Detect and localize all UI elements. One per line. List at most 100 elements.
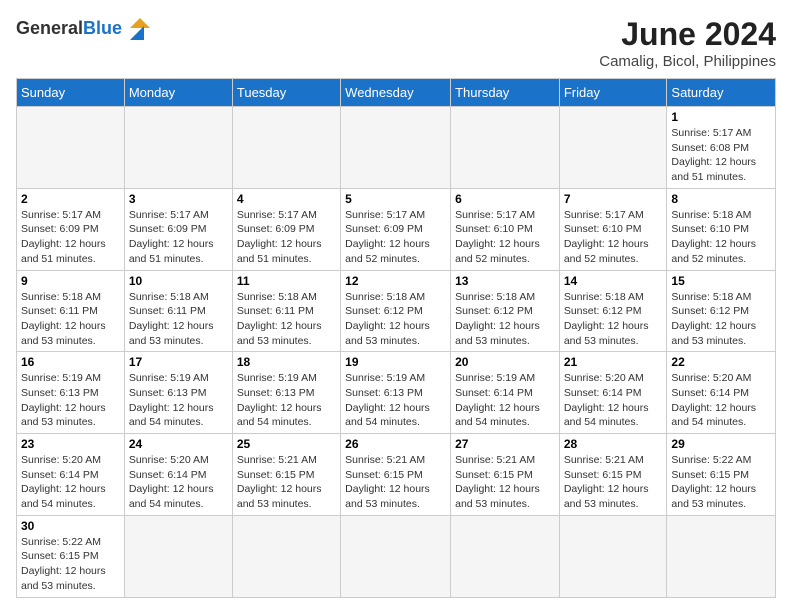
day-number: 7 <box>564 192 663 206</box>
day-number: 14 <box>564 274 663 288</box>
calendar-cell: 19 Sunrise: 5:19 AMSunset: 6:13 PMDayligh… <box>341 352 451 434</box>
day-number: 5 <box>345 192 446 206</box>
calendar-cell: 26 Sunrise: 5:21 AMSunset: 6:15 PMDayligh… <box>341 434 451 516</box>
calendar-cell <box>341 515 451 597</box>
calendar-cell <box>124 107 232 189</box>
day-number: 21 <box>564 355 663 369</box>
day-number: 20 <box>455 355 555 369</box>
calendar-cell: 24 Sunrise: 5:20 AMSunset: 6:14 PMDayligh… <box>124 434 232 516</box>
calendar-cell: 4 Sunrise: 5:17 AMSunset: 6:09 PMDaylight… <box>232 188 340 270</box>
day-info: Sunrise: 5:20 AMSunset: 6:14 PMDaylight:… <box>671 371 771 430</box>
calendar-cell <box>451 515 560 597</box>
calendar-cell: 28 Sunrise: 5:21 AMSunset: 6:15 PMDayligh… <box>559 434 667 516</box>
day-number: 19 <box>345 355 446 369</box>
calendar-cell: 27Sunrise: 5:21 AMSunset: 6:15 PMDayligh… <box>451 434 560 516</box>
day-info: Sunrise: 5:18 AMSunset: 6:10 PMDaylight:… <box>671 208 771 267</box>
calendar-cell: 23 Sunrise: 5:20 AMSunset: 6:14 PMDayligh… <box>17 434 125 516</box>
day-header-sunday: Sunday <box>17 79 125 107</box>
day-info: Sunrise: 5:22 AMSunset: 6:15 PMDaylight:… <box>21 535 120 594</box>
day-info: Sunrise: 5:22 AMSunset: 6:15 PMDaylight:… <box>671 453 771 512</box>
day-number: 29 <box>671 437 771 451</box>
day-number: 16 <box>21 355 120 369</box>
day-info: Sunrise: 5:18 AMSunset: 6:12 PMDaylight:… <box>455 290 555 349</box>
calendar-subtitle: Camalig, Bicol, Philippines <box>599 53 776 70</box>
day-info: Sunrise: 5:18 AMSunset: 6:12 PMDaylight:… <box>564 290 663 349</box>
day-info: Sunrise: 5:19 AMSunset: 6:14 PMDaylight:… <box>455 371 555 430</box>
day-header-monday: Monday <box>124 79 232 107</box>
day-number: 9 <box>21 274 120 288</box>
day-info: Sunrise: 5:17 AMSunset: 6:09 PMDaylight:… <box>345 208 446 267</box>
day-number: 13 <box>455 274 555 288</box>
week-row-2: 2 Sunrise: 5:17 AMSunset: 6:09 PMDaylight… <box>17 188 776 270</box>
day-number: 26 <box>345 437 446 451</box>
calendar-cell: 7 Sunrise: 5:17 AMSunset: 6:10 PMDaylight… <box>559 188 667 270</box>
calendar-cell: 6Sunrise: 5:17 AMSunset: 6:10 PMDaylight… <box>451 188 560 270</box>
day-info: Sunrise: 5:17 AMSunset: 6:08 PMDaylight:… <box>671 126 771 185</box>
calendar-cell: 1 Sunrise: 5:17 AMSunset: 6:08 PMDaylight… <box>667 107 776 189</box>
day-info: Sunrise: 5:18 AMSunset: 6:11 PMDaylight:… <box>237 290 336 349</box>
day-info: Sunrise: 5:19 AMSunset: 6:13 PMDaylight:… <box>237 371 336 430</box>
calendar-cell: 5 Sunrise: 5:17 AMSunset: 6:09 PMDaylight… <box>341 188 451 270</box>
calendar-cell <box>17 107 125 189</box>
calendar-cell: 12 Sunrise: 5:18 AMSunset: 6:12 PMDayligh… <box>341 270 451 352</box>
logo: GeneralBlue <box>16 16 150 40</box>
day-number: 11 <box>237 274 336 288</box>
calendar-cell: 20 Sunrise: 5:19 AMSunset: 6:14 PMDayligh… <box>451 352 560 434</box>
calendar-cell: 3Sunrise: 5:17 AMSunset: 6:09 PMDaylight… <box>124 188 232 270</box>
day-info: Sunrise: 5:18 AMSunset: 6:12 PMDaylight:… <box>345 290 446 349</box>
week-row-1: 1 Sunrise: 5:17 AMSunset: 6:08 PMDaylight… <box>17 107 776 189</box>
day-number: 2 <box>21 192 120 206</box>
calendar-cell: 11 Sunrise: 5:18 AMSunset: 6:11 PMDayligh… <box>232 270 340 352</box>
day-number: 3 <box>129 192 228 206</box>
calendar-cell <box>232 107 340 189</box>
week-row-3: 9 Sunrise: 5:18 AMSunset: 6:11 PMDaylight… <box>17 270 776 352</box>
day-number: 22 <box>671 355 771 369</box>
day-info: Sunrise: 5:20 AMSunset: 6:14 PMDaylight:… <box>129 453 228 512</box>
calendar-cell: 16 Sunrise: 5:19 AMSunset: 6:13 PMDayligh… <box>17 352 125 434</box>
calendar-cell <box>124 515 232 597</box>
day-number: 8 <box>671 192 771 206</box>
day-number: 28 <box>564 437 663 451</box>
calendar-cell: 14 Sunrise: 5:18 AMSunset: 6:12 PMDayligh… <box>559 270 667 352</box>
title-area: June 2024 Camalig, Bicol, Philippines <box>599 16 776 70</box>
calendar-cell <box>559 515 667 597</box>
day-info: Sunrise: 5:17 AMSunset: 6:10 PMDaylight:… <box>564 208 663 267</box>
day-header-wednesday: Wednesday <box>341 79 451 107</box>
day-info: Sunrise: 5:21 AMSunset: 6:15 PMDaylight:… <box>237 453 336 512</box>
day-info: Sunrise: 5:20 AMSunset: 6:14 PMDaylight:… <box>564 371 663 430</box>
day-number: 1 <box>671 110 771 124</box>
day-info: Sunrise: 5:21 AMSunset: 6:15 PMDaylight:… <box>455 453 555 512</box>
day-info: Sunrise: 5:17 AMSunset: 6:09 PMDaylight:… <box>237 208 336 267</box>
calendar-cell: 21 Sunrise: 5:20 AMSunset: 6:14 PMDayligh… <box>559 352 667 434</box>
day-info: Sunrise: 5:18 AMSunset: 6:11 PMDaylight:… <box>129 290 228 349</box>
calendar-cell: 18 Sunrise: 5:19 AMSunset: 6:13 PMDayligh… <box>232 352 340 434</box>
day-info: Sunrise: 5:21 AMSunset: 6:15 PMDaylight:… <box>345 453 446 512</box>
calendar-cell: 8 Sunrise: 5:18 AMSunset: 6:10 PMDaylight… <box>667 188 776 270</box>
day-info: Sunrise: 5:21 AMSunset: 6:15 PMDaylight:… <box>564 453 663 512</box>
day-number: 23 <box>21 437 120 451</box>
calendar-cell <box>667 515 776 597</box>
day-number: 17 <box>129 355 228 369</box>
calendar-cell: 13 Sunrise: 5:18 AMSunset: 6:12 PMDayligh… <box>451 270 560 352</box>
day-number: 18 <box>237 355 336 369</box>
day-header-saturday: Saturday <box>667 79 776 107</box>
calendar-cell: 29 Sunrise: 5:22 AMSunset: 6:15 PMDayligh… <box>667 434 776 516</box>
calendar-cell: 2Sunrise: 5:17 AMSunset: 6:09 PMDaylight… <box>17 188 125 270</box>
day-header-friday: Friday <box>559 79 667 107</box>
day-number: 24 <box>129 437 228 451</box>
day-header-thursday: Thursday <box>451 79 560 107</box>
day-info: Sunrise: 5:19 AMSunset: 6:13 PMDaylight:… <box>345 371 446 430</box>
week-row-6: 30Sunrise: 5:22 AMSunset: 6:15 PMDayligh… <box>17 515 776 597</box>
day-info: Sunrise: 5:19 AMSunset: 6:13 PMDaylight:… <box>129 371 228 430</box>
day-number: 10 <box>129 274 228 288</box>
calendar-cell: 9Sunrise: 5:18 AMSunset: 6:11 PMDaylight… <box>17 270 125 352</box>
calendar-cell <box>341 107 451 189</box>
calendar-cell: 10 Sunrise: 5:18 AMSunset: 6:11 PMDayligh… <box>124 270 232 352</box>
logo-text: GeneralBlue <box>16 18 122 39</box>
day-info: Sunrise: 5:19 AMSunset: 6:13 PMDaylight:… <box>21 371 120 430</box>
day-number: 4 <box>237 192 336 206</box>
day-info: Sunrise: 5:20 AMSunset: 6:14 PMDaylight:… <box>21 453 120 512</box>
calendar-cell: 25Sunrise: 5:21 AMSunset: 6:15 PMDayligh… <box>232 434 340 516</box>
day-number: 12 <box>345 274 446 288</box>
calendar-title: June 2024 <box>599 16 776 53</box>
